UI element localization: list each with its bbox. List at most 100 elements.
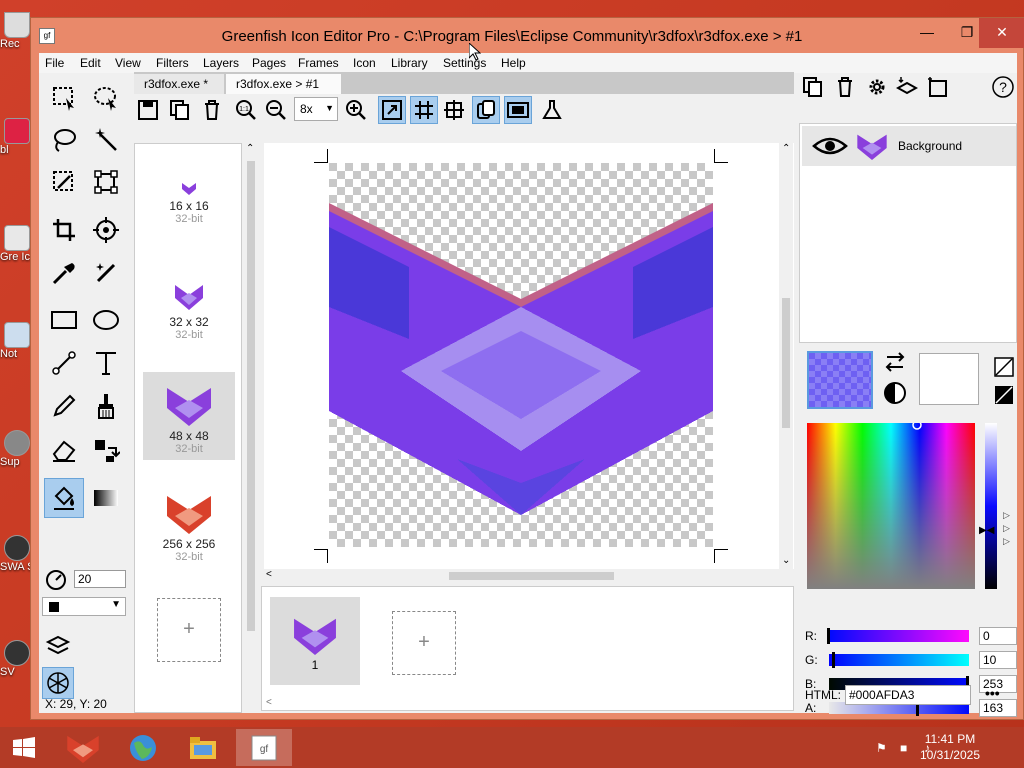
red-slider[interactable] bbox=[829, 630, 969, 642]
layer-background[interactable]: Background bbox=[802, 126, 1016, 166]
desktop-icon-1[interactable]: bl bbox=[0, 118, 32, 156]
menu-frames[interactable]: Frames bbox=[298, 56, 339, 70]
frame-1[interactable]: 1 bbox=[270, 597, 360, 685]
brush-shape-select[interactable]: ▼ bbox=[42, 597, 126, 616]
opacity-input[interactable]: 20 bbox=[74, 570, 126, 588]
taskbar-explorer[interactable] bbox=[175, 729, 231, 766]
text-tool[interactable] bbox=[86, 343, 126, 383]
menu-filters[interactable]: Filters bbox=[156, 56, 189, 70]
desktop-icon-notepad[interactable]: Not bbox=[0, 322, 32, 360]
add-layer-button[interactable] bbox=[923, 73, 951, 101]
desktop-icon-greenfish[interactable]: Gre Ico bbox=[0, 225, 32, 263]
flag-icon[interactable]: ⚑ bbox=[876, 741, 890, 755]
taskbar-r3dfox[interactable] bbox=[55, 729, 111, 766]
eraser-tool[interactable] bbox=[44, 430, 84, 470]
new-layer-button[interactable] bbox=[799, 73, 827, 101]
zoom-in-button[interactable] bbox=[342, 96, 370, 124]
close-button[interactable]: ✕ bbox=[979, 18, 1024, 48]
format-32x32[interactable]: 32 x 32 32-bit bbox=[143, 280, 235, 360]
crop-tool[interactable] bbox=[44, 210, 84, 250]
format-48x48[interactable]: 48 x 48 32-bit bbox=[143, 372, 235, 460]
secondary-color-swatch[interactable] bbox=[919, 353, 979, 405]
zoom-out-button[interactable] bbox=[262, 96, 290, 124]
network-tray-icon[interactable]: ■ bbox=[900, 741, 914, 755]
filmstrip-button[interactable] bbox=[504, 96, 532, 124]
show-desktop-button[interactable] bbox=[1016, 727, 1024, 768]
taskbar-browser[interactable] bbox=[115, 729, 171, 766]
canvas-area[interactable] bbox=[264, 143, 794, 583]
menu-file[interactable]: File bbox=[45, 56, 64, 70]
title-bar[interactable]: gf Greenfish Icon Editor Pro - C:\Progra… bbox=[31, 18, 1024, 53]
desktop-icon-sv[interactable]: SV bbox=[0, 640, 32, 678]
color-spectrum[interactable] bbox=[807, 423, 975, 589]
line-tool[interactable] bbox=[44, 343, 84, 383]
transparent-color-button[interactable] bbox=[994, 357, 1014, 377]
freeform-select-tool[interactable] bbox=[44, 162, 84, 202]
eye-icon[interactable] bbox=[812, 134, 848, 158]
color-replace-tool[interactable] bbox=[86, 430, 126, 470]
tab-r3dfox-exe[interactable]: r3dfox.exe * bbox=[134, 74, 224, 94]
help-button[interactable]: ? bbox=[989, 73, 1017, 101]
transform-tool[interactable] bbox=[86, 162, 126, 202]
pencil-tool[interactable] bbox=[44, 386, 84, 426]
menu-edit[interactable]: Edit bbox=[80, 56, 101, 70]
layer-properties-button[interactable] bbox=[863, 73, 891, 101]
rect-select-tool[interactable] bbox=[44, 78, 84, 118]
pixel-canvas[interactable] bbox=[329, 163, 713, 547]
menu-view[interactable]: View bbox=[115, 56, 141, 70]
format-256x256[interactable]: 256 x 256 32-bit bbox=[143, 492, 235, 572]
desktop-icon-swa[interactable]: SWA Steo bbox=[0, 535, 32, 573]
format-16x16[interactable]: 16 x 16 32-bit bbox=[143, 180, 235, 250]
grid-button[interactable] bbox=[410, 96, 438, 124]
scroll-thumb[interactable] bbox=[782, 298, 790, 428]
fill-tool[interactable] bbox=[44, 478, 84, 518]
magic-wand-tool[interactable] bbox=[86, 120, 126, 160]
menu-pages[interactable]: Pages bbox=[252, 56, 286, 70]
duplicate-button[interactable] bbox=[166, 96, 194, 124]
primary-color-swatch[interactable] bbox=[807, 351, 873, 409]
swap-colors-button[interactable] bbox=[883, 351, 907, 373]
tile-preview-button[interactable] bbox=[472, 96, 500, 124]
menu-icon[interactable]: Icon bbox=[353, 56, 376, 70]
delete-layer-button[interactable] bbox=[831, 73, 859, 101]
add-frame-button[interactable]: + bbox=[392, 611, 456, 675]
rectangle-tool[interactable] bbox=[44, 300, 84, 340]
add-format-button[interactable]: + bbox=[157, 598, 221, 662]
canvas-vertical-scrollbar[interactable]: ⌃ ⌄ bbox=[779, 143, 793, 583]
actual-size-button[interactable]: 1:1 bbox=[232, 96, 260, 124]
delete-button[interactable] bbox=[198, 96, 226, 124]
green-slider[interactable] bbox=[829, 654, 969, 666]
tab-r3dfox-exe-1[interactable]: r3dfox.exe > #1 bbox=[226, 74, 341, 94]
menu-layers[interactable]: Layers bbox=[203, 56, 239, 70]
center-lines-button[interactable] bbox=[440, 96, 468, 124]
red-slider-thumb[interactable] bbox=[827, 628, 830, 644]
lasso-tool[interactable] bbox=[44, 120, 84, 160]
desktop-icon-recycle-bin[interactable]: Rec bbox=[0, 12, 32, 50]
green-input[interactable]: 10 bbox=[979, 651, 1017, 669]
taskbar-greenfish[interactable]: gf bbox=[236, 729, 292, 766]
red-input[interactable]: 0 bbox=[979, 627, 1017, 645]
inverted-color-button[interactable] bbox=[994, 385, 1014, 405]
layers-mode-button[interactable] bbox=[42, 630, 74, 662]
merge-layers-button[interactable] bbox=[893, 73, 921, 101]
menu-help[interactable]: Help bbox=[501, 56, 526, 70]
brightness-marker[interactable]: ▶◀ bbox=[979, 525, 994, 536]
ellipse-select-tool[interactable] bbox=[86, 78, 126, 118]
scroll-thumb[interactable] bbox=[247, 161, 255, 631]
save-button[interactable] bbox=[134, 96, 162, 124]
scroll-thumb[interactable] bbox=[449, 572, 614, 580]
green-slider-thumb[interactable] bbox=[832, 652, 835, 668]
color-picker-tool[interactable] bbox=[44, 253, 84, 293]
ellipse-tool[interactable] bbox=[86, 300, 126, 340]
gradient-tool[interactable] bbox=[86, 478, 126, 518]
hotspot-tool[interactable] bbox=[86, 210, 126, 250]
test-button[interactable] bbox=[538, 96, 566, 124]
brightness-slider[interactable] bbox=[985, 423, 997, 589]
menu-library[interactable]: Library bbox=[391, 56, 428, 70]
start-button[interactable] bbox=[0, 729, 48, 766]
brush-tool[interactable] bbox=[86, 386, 126, 426]
clock[interactable]: 11:41 PM 10/31/2025 bbox=[920, 731, 980, 763]
retouch-tool[interactable] bbox=[86, 253, 126, 293]
canvas-horizontal-scrollbar[interactable]: < bbox=[264, 569, 794, 583]
invert-color-button[interactable] bbox=[883, 381, 907, 405]
